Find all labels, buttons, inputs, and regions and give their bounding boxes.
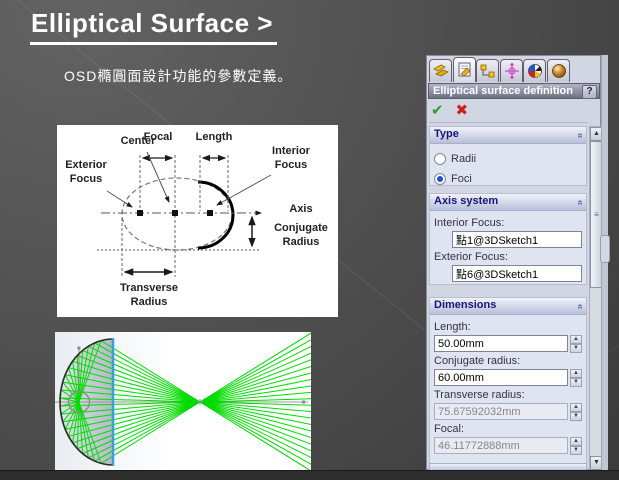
tab-design-tree[interactable] — [476, 59, 499, 82]
divider — [429, 122, 587, 123]
surfaces-icon — [432, 63, 450, 79]
spin-up-icon[interactable]: ▲ — [570, 437, 582, 446]
section-dimensions: Dimensions « Length: ▲▼ Conjugate radius… — [429, 297, 587, 471]
panel-title: Elliptical surface definition — [433, 85, 573, 97]
page-title: Elliptical Surface > — [30, 8, 277, 45]
section-type: Type « Radii Foci — [429, 126, 587, 186]
section-axis-system: Axis system « Interior Focus: Exterior F… — [429, 193, 587, 285]
radio-row-foci[interactable]: Foci — [434, 170, 582, 187]
label-transverse-radius: Transverse Radius — [113, 282, 185, 310]
spin-up-icon[interactable]: ▲ — [570, 403, 582, 412]
radio-foci-label: Foci — [451, 173, 472, 185]
ok-button[interactable]: ✔ — [431, 101, 451, 119]
spin-up-icon[interactable]: ▲ — [570, 335, 582, 344]
tab-properties[interactable] — [453, 57, 476, 82]
section-axis-header[interactable]: Axis system « — [430, 194, 586, 211]
label-interior-focus: Interior Focus — [263, 145, 319, 173]
section-dimensions-title: Dimensions — [434, 299, 496, 311]
tab-surfaces[interactable] — [429, 59, 452, 82]
panel-actions: ✔ ✖ — [431, 101, 475, 121]
tab-move[interactable] — [500, 59, 523, 82]
conjugate-radius-field[interactable] — [434, 369, 568, 386]
conjugate-radius-label: Conjugate radius: — [434, 355, 582, 367]
slide-bottom-bar — [0, 470, 619, 480]
length-spinner[interactable]: ▲▼ — [570, 335, 582, 352]
interior-focus-label: Interior Focus: — [434, 217, 582, 229]
exterior-focus-label: Exterior Focus: — [434, 251, 582, 263]
spin-down-icon[interactable]: ▼ — [570, 412, 582, 421]
ray-trace-svg — [55, 332, 311, 473]
section-dimensions-header[interactable]: Dimensions « — [430, 298, 586, 315]
focal-spinner[interactable]: ▲▼ — [570, 437, 582, 454]
spin-up-icon[interactable]: ▲ — [570, 369, 582, 378]
length-label: Length: — [434, 321, 582, 333]
properties-icon — [456, 62, 474, 78]
ray-trace-figure — [55, 332, 311, 473]
transverse-radius-label: Transverse radius: — [434, 389, 582, 401]
radio-radii[interactable] — [434, 153, 446, 165]
collapse-chevron-icon[interactable]: « — [573, 200, 588, 206]
slide: Elliptical Surface > OSD橢圓面設計功能的參數定義。 — [0, 0, 619, 480]
spin-down-icon[interactable]: ▼ — [570, 344, 582, 353]
help-button[interactable]: ? — [582, 85, 597, 99]
splitter-handle[interactable] — [600, 235, 610, 263]
subtitle: OSD橢圓面設計功能的參數定義。 — [64, 66, 292, 86]
radio-radii-label: Radii — [451, 153, 476, 165]
panel-tab-bar — [427, 56, 602, 82]
configuration-ball-icon — [526, 63, 544, 79]
cancel-button[interactable]: ✖ — [455, 101, 475, 119]
property-manager-panel: Elliptical surface definition ? ✔ ✖ Type… — [426, 55, 601, 470]
exterior-focus-field[interactable] — [452, 265, 582, 282]
interior-focus-field[interactable] — [452, 231, 582, 248]
label-focal: Focal — [140, 131, 176, 145]
move-crosshair-icon — [503, 63, 521, 79]
section-axis-title: Axis system — [434, 195, 498, 207]
conjugate-radius-spinner[interactable]: ▲▼ — [570, 369, 582, 386]
tab-configurations[interactable] — [523, 59, 546, 82]
section-type-title: Type — [434, 128, 459, 140]
label-conjugate-radius: Conjugate Radius — [265, 222, 337, 250]
design-tree-icon — [479, 63, 497, 79]
radio-foci[interactable] — [434, 173, 446, 185]
focal-field — [434, 437, 568, 454]
section-type-header[interactable]: Type « — [430, 127, 586, 144]
transverse-radius-spinner[interactable]: ▲▼ — [570, 403, 582, 420]
radio-row-radii[interactable]: Radii — [434, 150, 582, 167]
label-length: Length — [194, 131, 234, 145]
ellipse-parameter-diagram: Center Focal Length Interior Focus Exter… — [57, 125, 338, 317]
label-axis: Axis — [279, 203, 323, 217]
panel-title-bar: Elliptical surface definition ? — [428, 83, 600, 99]
transverse-radius-field — [434, 403, 568, 420]
spin-down-icon[interactable]: ▼ — [570, 446, 582, 455]
spin-down-icon[interactable]: ▼ — [570, 378, 582, 387]
appearance-sphere-icon — [550, 63, 568, 79]
panel-splitter[interactable] — [601, 55, 608, 470]
label-exterior-focus: Exterior Focus — [57, 159, 115, 187]
length-field[interactable] — [434, 335, 568, 352]
collapse-chevron-icon[interactable]: « — [573, 133, 588, 139]
focal-label: Focal: — [434, 423, 582, 435]
collapse-chevron-icon[interactable]: « — [573, 304, 588, 310]
tab-appearance[interactable] — [547, 59, 570, 82]
